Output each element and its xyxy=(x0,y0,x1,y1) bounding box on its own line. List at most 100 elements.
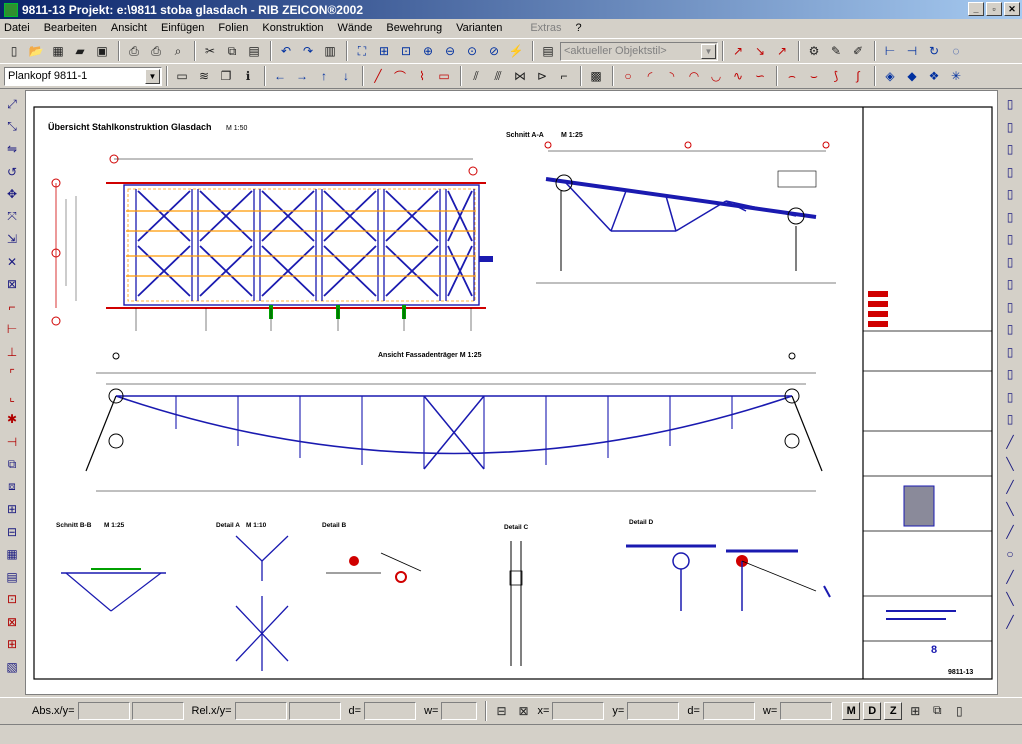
symbol-icon[interactable]: ◈ xyxy=(880,66,900,86)
break-icon[interactable]: ⊠ xyxy=(2,274,22,294)
rel-x-field[interactable] xyxy=(234,701,287,720)
polyline-icon[interactable]: ⌒ xyxy=(390,66,410,86)
clipboard-icon[interactable]: ▥ xyxy=(320,41,340,61)
menu-bewehrung[interactable]: Bewehrung xyxy=(386,22,442,34)
trim-icon[interactable]: ⋈ xyxy=(510,66,530,86)
abs-y-field[interactable] xyxy=(131,701,184,720)
view-8-icon[interactable]: ▯ xyxy=(1000,252,1020,272)
w2-field[interactable] xyxy=(780,701,833,720)
zoom-extents-icon[interactable]: ⊡ xyxy=(396,41,416,61)
view-7-icon[interactable]: ▯ xyxy=(1000,229,1020,249)
plankopf-combo[interactable]: Plankopf 9811-1 ▼ xyxy=(4,66,162,86)
arc-3pt-icon[interactable]: ◝ xyxy=(662,66,682,86)
extend-tool-icon[interactable]: ⊢ xyxy=(2,319,22,339)
print-icon[interactable]: ⎙ xyxy=(124,41,144,61)
snap-icon[interactable]: ⊟ xyxy=(491,701,511,721)
cad-drawing[interactable]: Übersicht Stahlkonstruktion Glasdach M 1… xyxy=(26,91,997,694)
match-properties-icon[interactable]: ✐ xyxy=(848,41,868,61)
arrow-tool-3-icon[interactable]: ↗ xyxy=(772,41,792,61)
arrow-tool-icon[interactable]: ↗ xyxy=(728,41,748,61)
snap-grid-icon[interactable]: ⊞ xyxy=(905,701,925,721)
arc-tangent-icon[interactable]: ◠ xyxy=(684,66,704,86)
line-icon[interactable]: ╱ xyxy=(368,66,388,86)
explode-icon[interactable]: ✳ xyxy=(946,66,966,86)
split-icon[interactable]: ⊥ xyxy=(2,342,22,362)
arrow-right-icon[interactable]: → xyxy=(292,66,312,86)
copy-sheet-icon[interactable]: ❐ xyxy=(216,66,236,86)
y-field[interactable] xyxy=(627,701,680,720)
menu-varianten[interactable]: Varianten xyxy=(456,22,502,34)
ellipse-icon[interactable]: ◡ xyxy=(706,66,726,86)
view-2-icon[interactable]: ▯ xyxy=(1000,117,1020,137)
arrow-left-icon[interactable]: ← xyxy=(270,66,290,86)
view-12-icon[interactable]: ▯ xyxy=(1000,342,1020,362)
rel-y-field[interactable] xyxy=(288,701,341,720)
copy-move-icon[interactable]: ⤡ xyxy=(2,117,22,137)
line-tool-7-icon[interactable]: ╲ xyxy=(1000,589,1020,609)
mode-m-button[interactable]: M xyxy=(842,701,861,720)
curve-icon[interactable]: ⌇ xyxy=(412,66,432,86)
stretch-icon[interactable]: ⇲ xyxy=(2,229,22,249)
dimension-chain-icon[interactable]: ⊣ xyxy=(902,41,922,61)
x-field[interactable] xyxy=(552,701,605,720)
properties-tool-icon[interactable]: ▧ xyxy=(2,657,22,677)
freehand-icon[interactable]: ∽ xyxy=(750,66,770,86)
drawing-canvas[interactable]: Übersicht Stahlkonstruktion Glasdach M 1… xyxy=(25,90,998,695)
ortho-icon[interactable]: ▯ xyxy=(949,701,969,721)
objektstil-combo[interactable]: <aktueller Objektstil> ▼ xyxy=(560,41,718,61)
snap-off-icon[interactable]: ⊠ xyxy=(513,701,533,721)
edit-properties-icon[interactable]: ✎ xyxy=(826,41,846,61)
move-cross-icon[interactable]: ✥ xyxy=(2,184,22,204)
view-11-icon[interactable]: ▯ xyxy=(1000,319,1020,339)
select-cross-icon[interactable]: ⊠ xyxy=(2,612,22,632)
edit-macro-icon[interactable]: ❖ xyxy=(924,66,944,86)
save-icon[interactable]: ▣ xyxy=(92,41,112,61)
fillet-icon[interactable]: ⌐ xyxy=(554,66,574,86)
view-13-icon[interactable]: ▯ xyxy=(1000,364,1020,384)
line-tool-6-icon[interactable]: ╱ xyxy=(1000,567,1020,587)
chamfer-icon[interactable]: ⌞ xyxy=(2,387,22,407)
spline-icon[interactable]: ∿ xyxy=(728,66,748,86)
properties-icon[interactable]: ⚙ xyxy=(804,41,824,61)
chevron-down-icon[interactable]: ▼ xyxy=(145,68,160,84)
curve-3-icon[interactable]: ⌣ xyxy=(804,66,824,86)
view-5-icon[interactable]: ▯ xyxy=(1000,184,1020,204)
close-button[interactable]: ✕ xyxy=(1004,2,1020,16)
move-icon[interactable]: ⤢ xyxy=(2,94,22,114)
d2-field[interactable] xyxy=(702,701,755,720)
zoom-in-icon[interactable]: ⊕ xyxy=(418,41,438,61)
zoom-previous-icon[interactable]: ⊙ xyxy=(462,41,482,61)
menu-konstruktion[interactable]: Konstruktion xyxy=(262,22,323,34)
extend-icon[interactable]: ⊳ xyxy=(532,66,552,86)
explode-tool-icon[interactable]: ✱ xyxy=(2,409,22,429)
mode-z-button[interactable]: Z xyxy=(884,701,903,720)
menu-help[interactable]: ? xyxy=(576,22,582,34)
snap-object-icon[interactable]: ⧉ xyxy=(927,701,947,721)
menu-extras[interactable]: Extras xyxy=(530,22,561,34)
printer-icon[interactable]: ⎙ xyxy=(146,41,166,61)
view-4-icon[interactable]: ▯ xyxy=(1000,162,1020,182)
rotate-icon[interactable]: ↻ xyxy=(924,41,944,61)
curve-5-icon[interactable]: ∫ xyxy=(848,66,868,86)
line-tool-4-icon[interactable]: ╲ xyxy=(1000,499,1020,519)
grid-icon[interactable]: ▦ xyxy=(48,41,68,61)
rectangle-icon[interactable]: ▭ xyxy=(434,66,454,86)
line-tool-5-icon[interactable]: ╱ xyxy=(1000,522,1020,542)
circle-tool-icon[interactable]: ○ xyxy=(1000,544,1020,564)
menu-folien[interactable]: Folien xyxy=(218,22,248,34)
menu-waende[interactable]: Wände xyxy=(338,22,373,34)
mirror-icon[interactable]: ⇋ xyxy=(2,139,22,159)
select-all-icon[interactable]: ⊞ xyxy=(2,634,22,654)
menu-ansicht[interactable]: Ansicht xyxy=(111,22,147,34)
hatch-tool-icon[interactable]: ▦ xyxy=(2,544,22,564)
line-tool-2-icon[interactable]: ╲ xyxy=(1000,454,1020,474)
zoom-out-icon[interactable]: ⊖ xyxy=(440,41,460,61)
delete-icon[interactable]: ✕ xyxy=(2,252,22,272)
fillet-tool-icon[interactable]: ⌜ xyxy=(2,364,22,384)
line-tool-icon[interactable]: ╱ xyxy=(1000,432,1020,452)
zoom-window-icon[interactable]: ⛶ xyxy=(352,41,372,61)
copy-icon[interactable]: ⧉ xyxy=(222,41,242,61)
menu-bearbeiten[interactable]: Bearbeiten xyxy=(44,22,97,34)
view-10-icon[interactable]: ▯ xyxy=(1000,297,1020,317)
hatch-icon[interactable]: ▩ xyxy=(586,66,606,86)
